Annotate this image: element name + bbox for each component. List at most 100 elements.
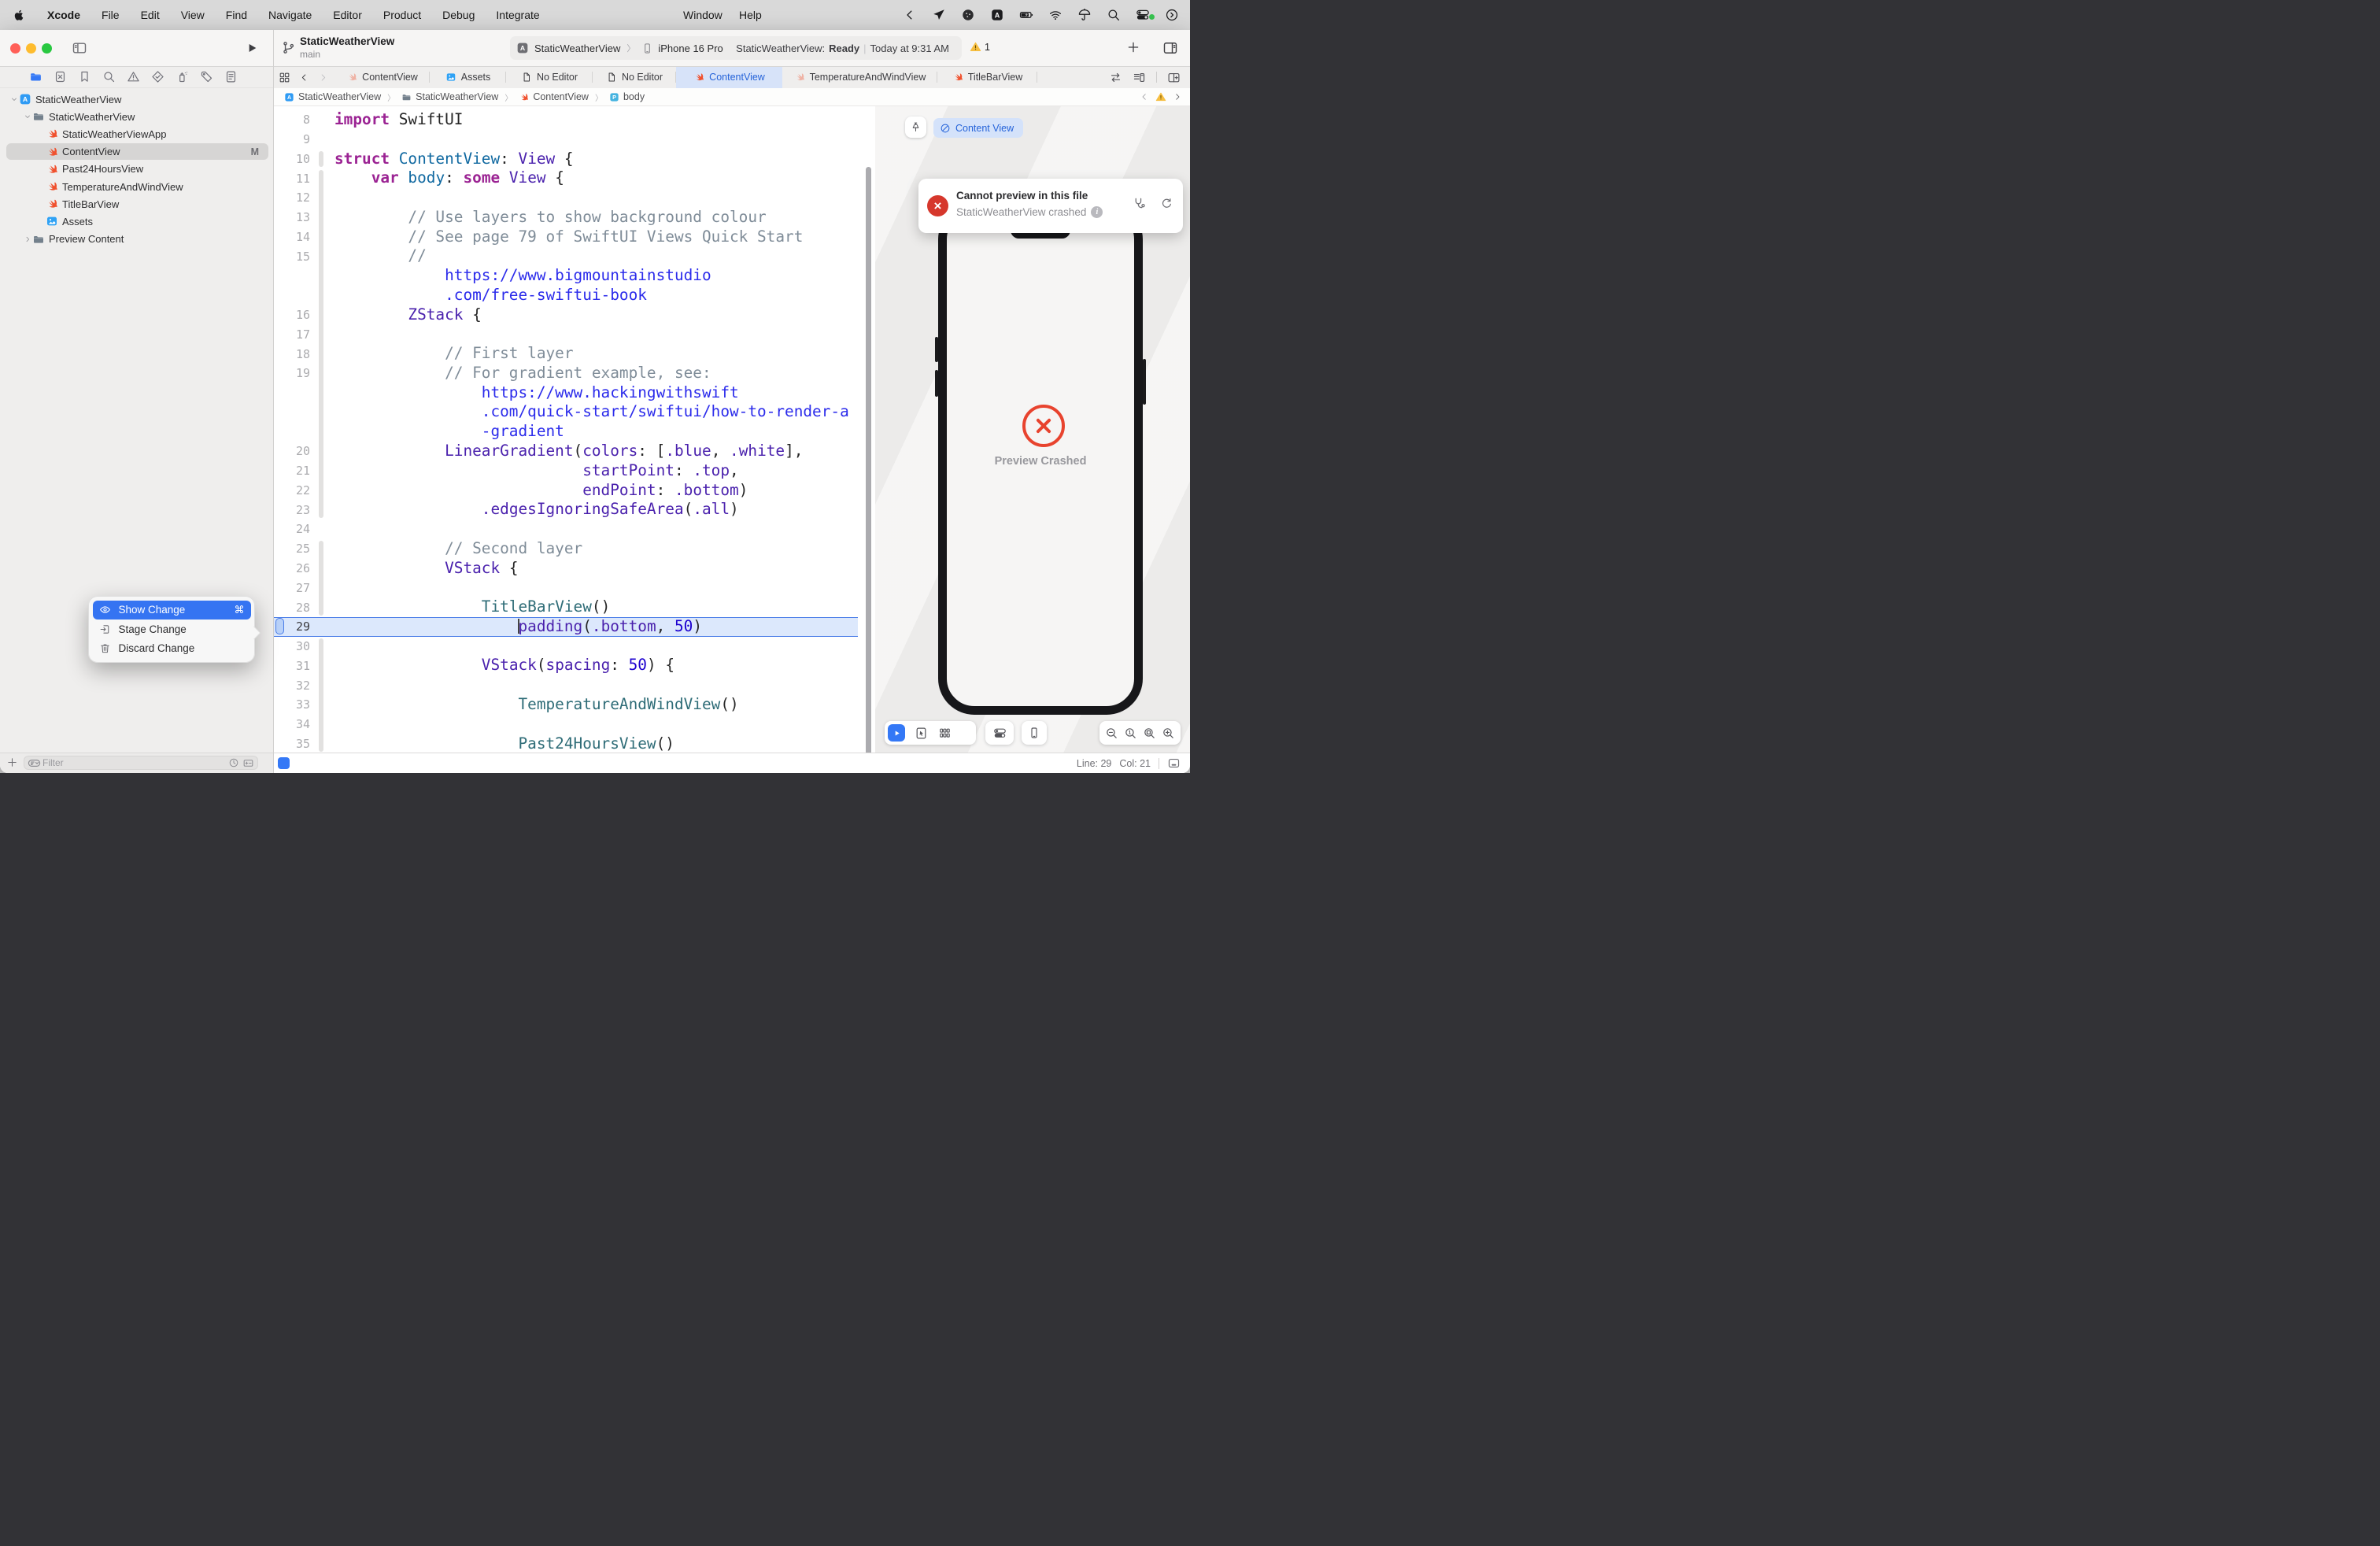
menu-xcode[interactable]: Xcode [47,9,80,21]
run-button[interactable] [246,42,258,54]
search-icon[interactable] [1107,8,1121,22]
menu-debug[interactable]: Debug [442,9,475,21]
preview-target-chip[interactable]: Content View [933,118,1023,138]
code-line[interactable]: 26 VStack { [274,559,875,579]
variants-mode-icon[interactable] [938,727,952,740]
code-line[interactable]: 31 VStack(spacing: 50) { [274,656,875,675]
rocket-icon[interactable] [932,8,946,22]
library-add-button[interactable] [1126,40,1140,54]
tab-contentview[interactable]: ContentView [334,66,430,88]
menu-window[interactable]: Window [683,0,722,30]
sidebar-item-preview-content[interactable]: Preview Content [0,231,273,248]
code-line[interactable]: 22 endPoint: .bottom) [274,481,875,501]
menu-integrate[interactable]: Integrate [496,9,539,21]
sidebar-item-temperatureandwindview[interactable]: TemperatureAndWindView [0,178,273,195]
umbrella-icon[interactable] [1077,8,1092,22]
code-line[interactable]: 27 [274,578,875,597]
menu-item-discard-change[interactable]: Discard Change [93,639,251,659]
sidebar-item-staticweatherview[interactable]: AStaticWeatherView [0,91,273,108]
code-line[interactable]: 35 Past24HoursView() [274,734,875,754]
forward-icon[interactable] [318,72,328,83]
device-settings-button[interactable] [985,721,1014,745]
sidebar-item-staticweatherview[interactable]: StaticWeatherView [0,108,273,125]
breadcrumb-item-contentview[interactable]: ContentView [519,91,589,102]
code-line[interactable]: https://www.hackingwithswift [274,383,875,403]
tab-temperatureandwindview[interactable]: TemperatureAndWindView [782,66,937,88]
warning-count-badge[interactable]: 1 [970,41,990,53]
filter-input[interactable] [41,756,228,769]
tab-titlebarview[interactable]: TitleBarView [937,66,1037,88]
code-line[interactable]: 11 var body: some View { [274,168,875,188]
circle-dots-icon[interactable] [961,8,975,22]
zoom-out-icon[interactable] [1105,727,1118,740]
next-issue-icon[interactable] [1173,92,1182,102]
menu-editor[interactable]: Editor [333,9,362,21]
menu-item-show-change[interactable]: Show Change⌘ [93,601,251,620]
swap-editor-icon[interactable] [1109,71,1122,84]
source-control-status-icon[interactable] [242,757,254,769]
code-line[interactable]: .com/free-swiftui-book [274,286,875,305]
prev-issue-icon[interactable] [1140,92,1149,102]
inspector-toggle-icon[interactable] [1162,40,1178,56]
sidebar-toggle-icon[interactable] [72,40,87,56]
sidebar-item-contentview[interactable]: ContentViewM [0,143,273,161]
filter-icon[interactable] [28,756,41,770]
sidebar-item-titlebarview[interactable]: TitleBarView [0,195,273,213]
menu-help[interactable]: Help [739,0,762,30]
sidebar-item-assets[interactable]: Assets [0,213,273,230]
code-line[interactable]: 17 [274,324,875,344]
navigator-tab-warning-icon[interactable] [127,70,140,83]
zoom-fit-icon[interactable] [1143,727,1156,740]
add-editor-icon[interactable] [1167,71,1181,84]
sidebar-divider[interactable] [273,30,274,773]
back-icon[interactable] [299,72,309,83]
filter-field[interactable] [24,756,258,770]
breadcrumb-item-staticweatherview[interactable]: StaticWeatherView [401,91,498,102]
zoom-button[interactable] [42,43,52,54]
code-line[interactable]: 28 TitleBarView() [274,597,875,617]
menu-edit[interactable]: Edit [141,9,160,21]
menu-view[interactable]: View [181,9,205,21]
navigator-tab-folder-icon[interactable] [29,70,42,83]
scheme-app-label[interactable]: StaticWeatherView [534,43,620,54]
info-icon[interactable]: i [1091,206,1103,218]
close-button[interactable] [10,43,20,54]
zoom-actual-icon[interactable]: 1 [1124,727,1137,740]
tab-overview-icon[interactable] [279,72,290,83]
siri-circle-icon[interactable] [1165,8,1179,22]
selectable-mode-icon[interactable] [915,727,928,740]
menu-navigate[interactable]: Navigate [268,9,312,21]
sidebar-item-past24hoursview[interactable]: Past24HoursView [0,161,273,178]
keyboard-dock-icon[interactable] [1167,756,1181,770]
code-line[interactable]: 33 TemperatureAndWindView() [274,695,875,715]
focus-indicator-icon[interactable] [278,757,290,769]
code-line[interactable]: 21 startPoint: .top, [274,461,875,481]
disclosure-down-icon[interactable] [9,95,19,103]
tab-contentview[interactable]: ContentView [676,66,782,88]
battery-icon[interactable] [1019,8,1033,22]
add-file-button[interactable] [6,756,18,768]
code-line-selected[interactable]: 29 padding(.bottom, 50) [274,617,875,637]
code-line[interactable]: .com/quick-start/swiftui/how-to-render-a [274,402,875,422]
code-line[interactable]: -gradient [274,422,875,442]
live-preview-button[interactable] [888,724,905,742]
apple-icon[interactable] [13,9,26,22]
breadcrumb-item-body[interactable]: Pbody [609,91,645,102]
code-line[interactable]: 18 // First layer [274,344,875,364]
tab-no-editor[interactable]: No Editor [506,66,593,88]
tab-no-editor[interactable]: No Editor [593,66,676,88]
code-line[interactable]: 16 ZStack { [274,305,875,325]
menu-file[interactable]: File [102,9,120,21]
code-line[interactable]: 20 LinearGradient(colors: [.blue, .white… [274,442,875,461]
diagnostics-icon[interactable] [1132,196,1146,210]
navigator-tab-search-icon[interactable] [102,70,116,83]
code-line[interactable]: 23 .edgesIgnoringSafeArea(.all) [274,500,875,520]
code-line[interactable]: 25 // Second layer [274,539,875,559]
control-center-icon[interactable] [1136,8,1150,22]
recent-files-icon[interactable] [228,757,239,768]
editor-options-icon[interactable] [1133,71,1146,84]
navigator-tab-test-icon[interactable] [151,70,164,83]
code-line[interactable]: 34 [274,715,875,734]
sidebar-item-staticweatherviewapp[interactable]: StaticWeatherViewApp [0,125,273,142]
disclosure-right-icon[interactable] [23,235,32,243]
